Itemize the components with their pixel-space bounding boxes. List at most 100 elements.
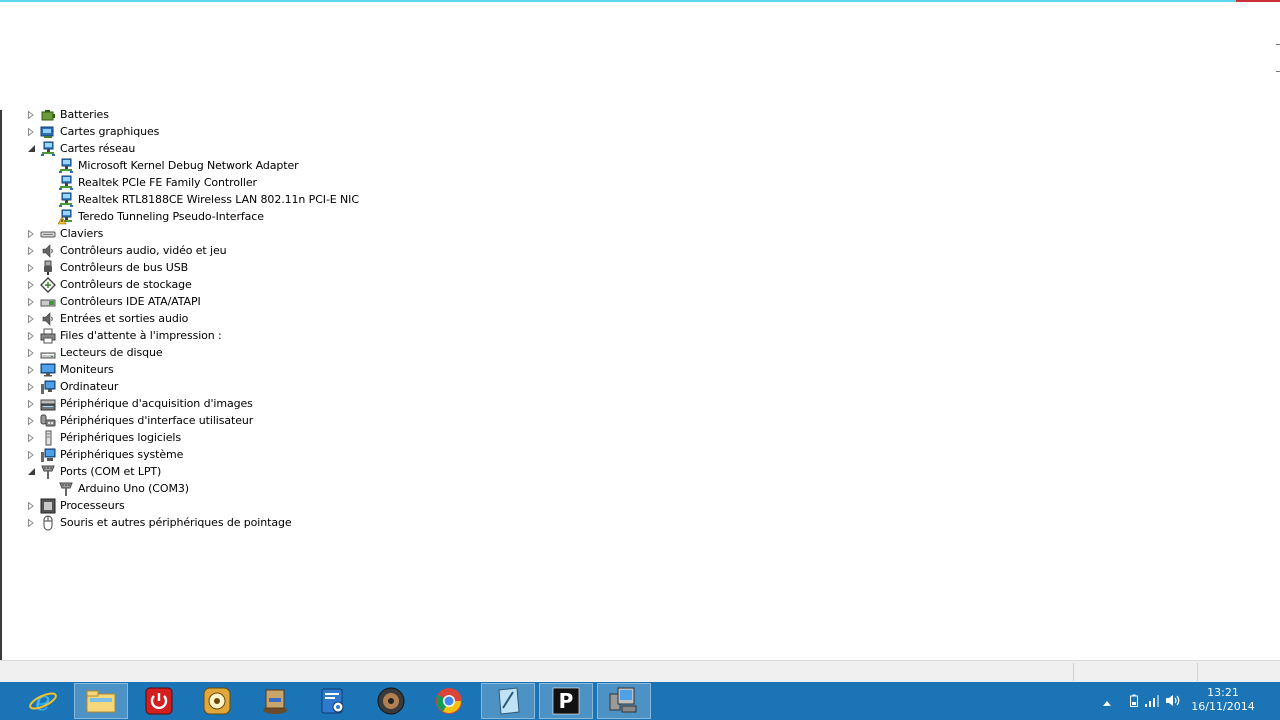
speaker-app-icon (377, 687, 405, 715)
tree-item-label: Cartes graphiques (60, 125, 160, 138)
tree-collapse-icon[interactable] (26, 467, 36, 477)
tray-overflow-icon[interactable] (1103, 696, 1111, 709)
tree-item[interactable]: Realtek RTL8188CE Wireless LAN 802.11n P… (44, 191, 359, 208)
scrollbar-edge[interactable] (1276, 44, 1280, 74)
tree-item-label: Batteries (60, 108, 109, 121)
file-explorer-button[interactable] (74, 683, 128, 719)
tree-expand-icon[interactable] (26, 229, 36, 239)
tree-expand-icon[interactable] (26, 297, 36, 307)
tree-item[interactable]: Contrôleurs IDE ATA/ATAPI (26, 293, 201, 310)
internet-explorer-button[interactable]: e (16, 683, 70, 719)
tree-expand-icon[interactable] (26, 348, 36, 358)
tree-item[interactable]: Claviers (26, 225, 103, 242)
tree-item[interactable]: Files d'attente à l'impression : (26, 327, 222, 344)
tree-expand-icon[interactable] (26, 518, 36, 528)
tree-item[interactable]: Ports (COM et LPT) (26, 463, 161, 480)
tree-item[interactable]: Processeurs (26, 497, 125, 514)
tree-item-label: Périphériques système (60, 448, 184, 461)
processor-icon (40, 498, 56, 514)
control-panel-button[interactable] (306, 683, 360, 719)
power-icon (145, 687, 173, 715)
tree-item-label: Teredo Tunneling Pseudo-Interface (78, 210, 264, 223)
tree-item[interactable]: Contrôleurs de bus USB (26, 259, 188, 276)
notepad-icon (493, 686, 523, 716)
media-app-icon (203, 687, 231, 715)
tree-item[interactable]: Contrôleurs audio, vidéo et jeu (26, 242, 227, 259)
ide-controller-icon (40, 294, 56, 310)
tree-expand-icon[interactable] (26, 433, 36, 443)
tree-item[interactable]: Moniteurs (26, 361, 114, 378)
tree-item[interactable]: Entrées et sorties audio (26, 310, 188, 327)
tree-expand-icon[interactable] (26, 314, 36, 324)
tree-item[interactable]: Arduino Uno (COM3) (44, 480, 189, 497)
tree-item[interactable]: Lecteurs de disque (26, 344, 163, 361)
tree-item[interactable]: Périphériques logiciels (26, 429, 181, 446)
tree-expand-icon[interactable] (26, 263, 36, 273)
tree-item[interactable]: Batteries (26, 106, 109, 123)
battery-tray-icon[interactable] (1130, 694, 1138, 710)
tree-item[interactable]: Cartes réseau (26, 140, 135, 157)
internet-explorer-icon: e (28, 686, 58, 716)
tree-item[interactable]: Souris et autres périphériques de pointa… (26, 514, 292, 531)
tree-expand-icon[interactable] (26, 365, 36, 375)
tree-expand-icon[interactable] (26, 501, 36, 511)
tree-item[interactable]: Contrôleurs de stockage (26, 276, 192, 293)
p-app-button[interactable]: P (539, 683, 593, 719)
tree-expander-placeholder (44, 195, 54, 205)
notepad-button[interactable] (481, 683, 535, 719)
tree-item[interactable]: Périphériques système (26, 446, 183, 463)
media-app-button[interactable] (190, 683, 244, 719)
tree-item-label: Contrôleurs IDE ATA/ATAPI (60, 295, 201, 308)
monitor-icon (40, 362, 56, 378)
clock-time: 13:21 (1207, 686, 1239, 699)
port-icon (40, 464, 56, 480)
tree-item-label: Files d'attente à l'impression : (60, 329, 222, 342)
document-app-button[interactable] (248, 683, 302, 719)
status-bar (0, 660, 1280, 683)
network-adapter-icon (58, 175, 74, 191)
speaker-app-button[interactable] (364, 683, 418, 719)
taskbar-clock[interactable]: 13:21 16/11/2014 (1190, 686, 1256, 714)
network-adapter-icon (40, 141, 56, 157)
device-manager-icon (608, 686, 640, 716)
system-device-icon (40, 447, 56, 463)
network-adapter-warning-icon (58, 209, 74, 225)
tree-item[interactable]: Cartes graphiques (26, 123, 159, 140)
chrome-button[interactable] (422, 683, 476, 719)
tree-expand-icon[interactable] (26, 416, 36, 426)
tree-expand-icon[interactable] (26, 127, 36, 137)
tree-item-label: Contrôleurs audio, vidéo et jeu (60, 244, 227, 257)
volume-icon[interactable] (1165, 694, 1181, 710)
tree-item-label: Contrôleurs de stockage (60, 278, 192, 291)
tree-item[interactable]: Microsoft Kernel Debug Network Adapter (44, 157, 299, 174)
tree-item-label: Souris et autres périphériques de pointa… (60, 516, 292, 529)
tree-collapse-icon[interactable] (26, 144, 36, 154)
tree-item[interactable]: Périphériques d'interface utilisateur (26, 412, 253, 429)
tree-item[interactable]: Teredo Tunneling Pseudo-Interface (44, 208, 264, 225)
svg-text:e: e (35, 687, 50, 716)
tree-expand-icon[interactable] (26, 450, 36, 460)
document-app-icon (260, 686, 290, 716)
tree-expand-icon[interactable] (26, 382, 36, 392)
tree-item-label: Contrôleurs de bus USB (60, 261, 189, 274)
close-button-edge[interactable] (1236, 0, 1280, 2)
tree-item-label: Claviers (60, 227, 104, 240)
tree-item[interactable]: Ordinateur (26, 378, 118, 395)
tree-expand-icon[interactable] (26, 246, 36, 256)
tree-item-label: Realtek RTL8188CE Wireless LAN 802.11n P… (78, 193, 359, 206)
tree-expand-icon[interactable] (26, 110, 36, 120)
network-adapter-icon (58, 192, 74, 208)
window-top-accent (0, 0, 1280, 2)
keyboard-icon (40, 226, 56, 242)
tree-expand-icon[interactable] (26, 399, 36, 409)
tree-item-label: Ports (COM et LPT) (60, 465, 162, 478)
tree-expand-icon[interactable] (26, 280, 36, 290)
shutdown-app-button[interactable] (132, 683, 186, 719)
tree-expand-icon[interactable] (26, 331, 36, 341)
device-manager-button[interactable] (597, 683, 651, 719)
tree-item[interactable]: Realtek PCIe FE Family Controller (44, 174, 257, 191)
tree-item-label: Ordinateur (60, 380, 119, 393)
tree-item[interactable]: Périphérique d'acquisition d'images (26, 395, 253, 412)
tree-item-label: Lecteurs de disque (60, 346, 163, 359)
network-signal-icon[interactable] (1145, 695, 1161, 710)
